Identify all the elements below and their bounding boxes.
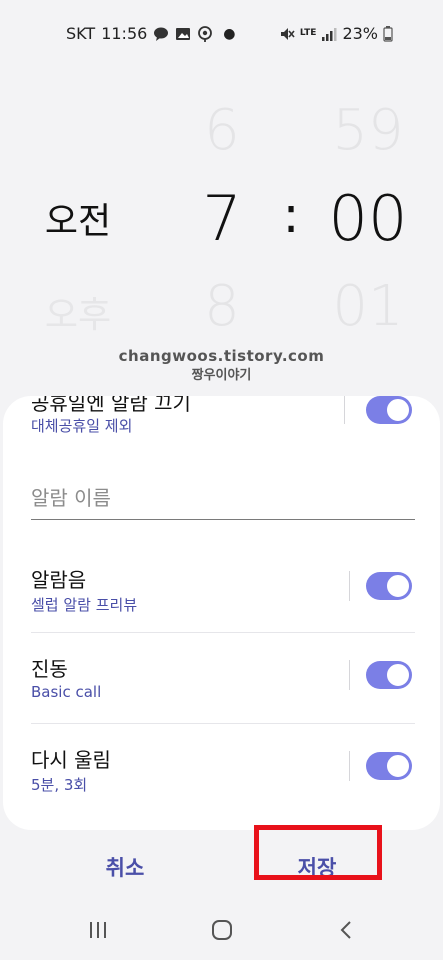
toggle-knob: [386, 574, 410, 598]
vibration-row[interactable]: 진동 Basic call: [3, 633, 440, 723]
recent-apps-icon: [88, 921, 108, 943]
row-divider: [349, 751, 350, 781]
time-separator: :: [282, 186, 300, 244]
back-button[interactable]: [326, 912, 366, 952]
home-button[interactable]: [202, 912, 242, 952]
vibration-title: 진동: [31, 657, 68, 681]
minute-previous[interactable]: 59: [318, 98, 418, 163]
row-divider: [349, 660, 350, 690]
watermark-url: changwoos.tistory.com: [118, 347, 325, 365]
network-type: LTE: [299, 28, 317, 38]
ampm-option[interactable]: 오후: [28, 286, 128, 338]
vibration-toggle[interactable]: [366, 661, 412, 689]
cancel-button[interactable]: 취소: [70, 852, 180, 882]
sound-subtitle: 셀럽 알람 프리뷰: [31, 596, 138, 614]
hour-next[interactable]: 8: [172, 274, 272, 339]
toggle-knob: [386, 754, 410, 778]
mute-icon: [279, 26, 295, 42]
minute-selected[interactable]: 00: [318, 182, 418, 255]
save-highlight-box: [254, 825, 382, 880]
recent-apps-button[interactable]: [78, 912, 118, 952]
hour-selected[interactable]: 7: [172, 182, 272, 255]
navigation-bar: [0, 900, 443, 960]
ampm-selected[interactable]: 오전: [28, 192, 128, 244]
alarm-settings-card: 공휴일엔 알람 끄기 대체공휴일 제외 알람음 셀럽 알람 프리뷰 진동 Bas…: [3, 396, 440, 830]
holiday-toggle[interactable]: [366, 396, 412, 424]
signal-icon: [321, 26, 337, 42]
snooze-toggle[interactable]: [366, 752, 412, 780]
status-left: SKT 11:56 ●: [66, 24, 236, 43]
holiday-subtitle: 대체공휴일 제외: [31, 417, 133, 435]
more-notifications-dot: ●: [223, 25, 236, 42]
vibration-subtitle: Basic call: [31, 683, 102, 701]
sound-toggle[interactable]: [366, 572, 412, 600]
snooze-subtitle: 5분, 3회: [31, 776, 88, 794]
sound-title: 알람음: [31, 568, 87, 592]
home-icon: [211, 919, 233, 945]
hour-previous[interactable]: 6: [172, 98, 272, 163]
gallery-icon: [175, 26, 191, 42]
snooze-title: 다시 울림: [31, 748, 111, 772]
holiday-title: 공휴일엔 알람 끄기: [31, 396, 191, 415]
minute-next[interactable]: 01: [318, 274, 418, 339]
location-icon: [197, 25, 213, 42]
time-picker[interactable]: 오전 오후 6 7 8 : 59 00 01: [0, 68, 443, 368]
clock: 11:56: [101, 24, 148, 43]
talk-icon: [153, 26, 169, 42]
snooze-row[interactable]: 다시 울림 5분, 3회: [3, 724, 440, 814]
back-icon: [339, 920, 353, 944]
status-right: LTE 23%: [279, 24, 399, 43]
row-divider: [344, 396, 345, 424]
watermark-name: 짱우이야기: [191, 368, 252, 383]
alarm-name-field[interactable]: [31, 476, 415, 520]
status-bar: SKT 11:56 ● LTE 23%: [0, 0, 443, 68]
toggle-knob: [386, 398, 410, 422]
carrier-label: SKT: [66, 24, 96, 43]
toggle-knob: [386, 663, 410, 687]
sound-row[interactable]: 알람음 셀럽 알람 프리뷰: [3, 544, 440, 632]
holiday-row[interactable]: 공휴일엔 알람 끄기 대체공휴일 제외: [3, 396, 440, 456]
row-divider: [349, 571, 350, 601]
battery-percent: 23%: [342, 24, 378, 43]
battery-icon: [383, 25, 399, 42]
